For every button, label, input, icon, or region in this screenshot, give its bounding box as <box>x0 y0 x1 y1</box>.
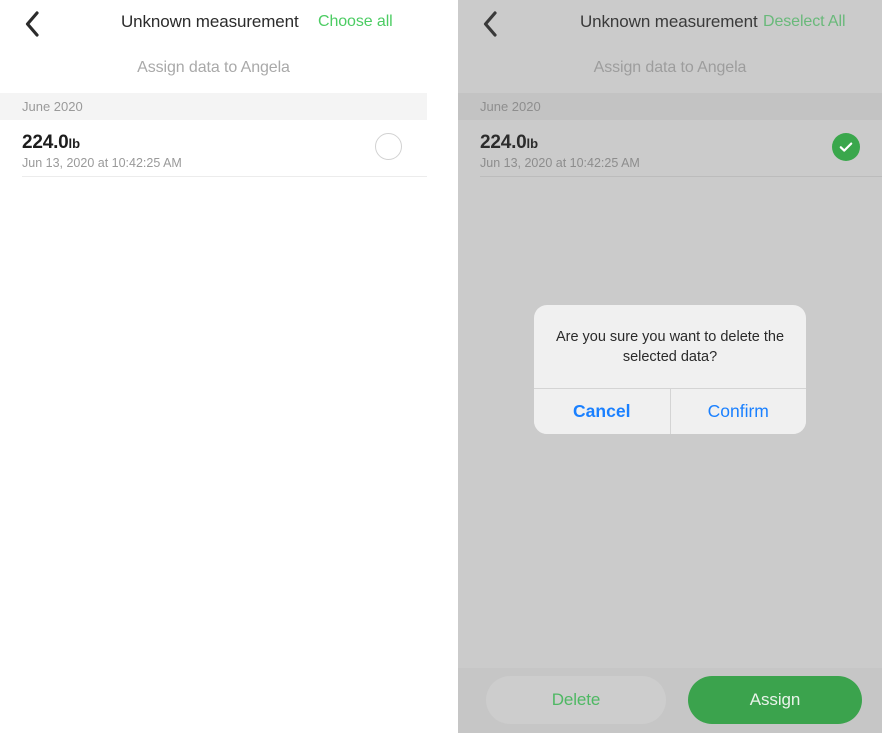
measurement-row[interactable]: 224.0lb Jun 13, 2020 at 10:42:25 AM <box>458 120 882 176</box>
delete-confirmation-dialog: Are you sure you want to delete the sele… <box>534 305 806 434</box>
measurement-timestamp: Jun 13, 2020 at 10:42:25 AM <box>22 156 182 170</box>
chevron-left-icon[interactable] <box>476 10 504 38</box>
assign-subtitle: Assign data to Angela <box>137 59 290 76</box>
navigation-bar: Unknown measurement Choose all <box>0 0 427 48</box>
page-title: Unknown measurement <box>580 12 758 31</box>
deselect-all-button[interactable]: Deselect All <box>763 13 846 31</box>
section-header-june-2020: June 2020 <box>458 93 882 120</box>
dialog-confirm-button[interactable]: Confirm <box>670 388 806 434</box>
section-header-label: June 2020 <box>22 99 83 114</box>
section-header-june-2020: June 2020 <box>0 93 427 120</box>
dialog-cancel-button[interactable]: Cancel <box>534 388 670 434</box>
dual-screenshot-container: Unknown measurement Choose all Assign da… <box>0 0 882 733</box>
measurement-number: 224.0 <box>480 132 527 153</box>
section-header-label: June 2020 <box>480 99 541 114</box>
phone-screen-unselected: Unknown measurement Choose all Assign da… <box>0 0 427 733</box>
measurement-number: 224.0 <box>22 132 69 153</box>
page-title: Unknown measurement <box>121 12 299 31</box>
measurement-row[interactable]: 224.0lb Jun 13, 2020 at 10:42:25 AM <box>0 120 427 176</box>
measurement-timestamp: Jun 13, 2020 at 10:42:25 AM <box>480 156 640 170</box>
row-separator <box>22 176 427 177</box>
check-circle-icon[interactable] <box>832 133 860 161</box>
bottom-action-bar: Delete Assign <box>458 668 882 733</box>
phone-screen-selected: Unknown measurement Deselect All Assign … <box>458 0 882 733</box>
chevron-left-icon[interactable] <box>18 10 46 38</box>
assign-subtitle: Assign data to Angela <box>593 59 747 76</box>
delete-button[interactable]: Delete <box>486 676 666 724</box>
circle-outline-icon[interactable] <box>375 133 402 160</box>
row-separator <box>480 176 882 177</box>
navigation-bar: Unknown measurement Deselect All <box>458 0 882 48</box>
measurement-unit: lb <box>526 136 539 151</box>
dialog-message: Are you sure you want to delete the sele… <box>555 329 785 366</box>
measurement-value: 224.0lb <box>480 132 538 154</box>
measurement-value: 224.0lb <box>22 132 80 154</box>
assign-button[interactable]: Assign <box>688 676 862 724</box>
choose-all-button[interactable]: Choose all <box>318 13 393 31</box>
dialog-actions: Cancel Confirm <box>534 388 806 434</box>
measurement-unit: lb <box>68 136 81 151</box>
